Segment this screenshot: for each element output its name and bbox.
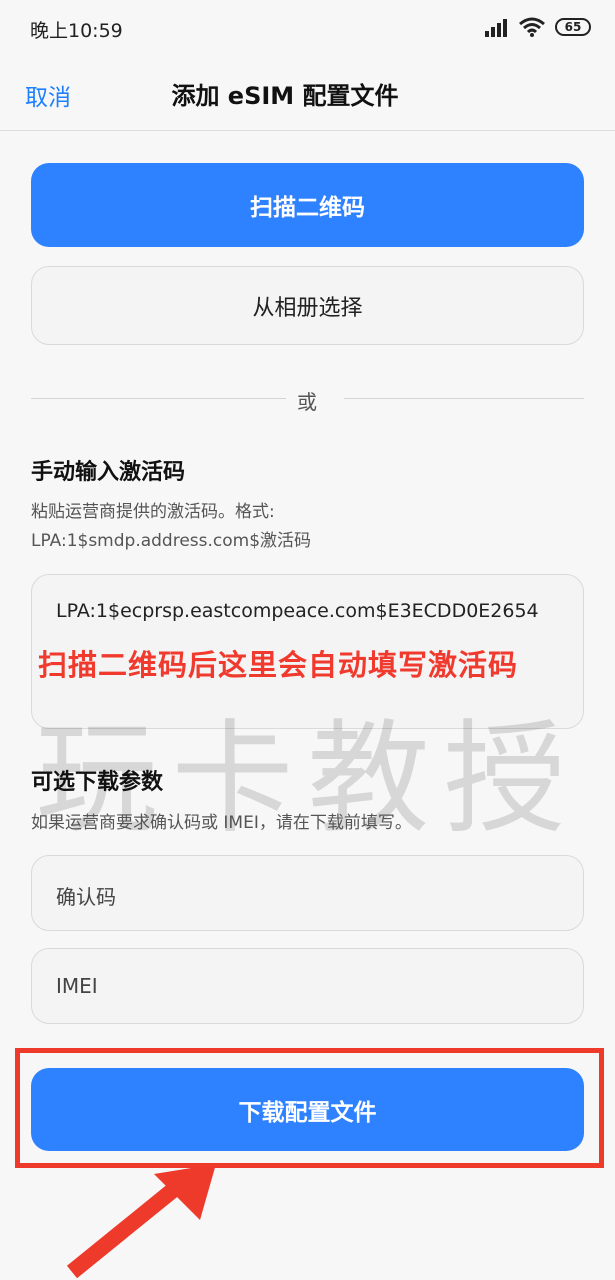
arrow-icon [66,1164,216,1278]
battery-icon: 65 [555,18,591,36]
imei-placeholder: IMEI [56,974,98,998]
imei-field[interactable]: IMEI [31,948,584,1024]
divider-left [31,398,286,399]
manual-entry-title: 手动输入激活码 [31,460,186,485]
wifi-icon [519,17,545,37]
manual-entry-description: 粘贴运营商提供的激活码。格式: LPA:1$smdp.address.com$激… [31,502,312,551]
choose-from-album-button[interactable]: 从相册选择 [31,266,584,345]
optional-params-title: 可选下载参数 [31,770,164,795]
status-icons: 65 [483,14,591,40]
highlight-box [15,1048,604,1168]
battery-level: 65 [564,20,582,34]
scan-qr-label: 扫描二维码 [250,195,365,221]
confirmation-code-field[interactable]: 确认码 [31,855,584,931]
scan-qr-button[interactable]: 扫描二维码 [31,163,584,247]
signal-icon [485,19,507,37]
status-time: 晚上10:59 [30,20,123,42]
activation-code-value: LPA:1$ecprsp.eastcompeace.com$E3ECDD0E26… [56,600,539,622]
page-title: 添加 eSIM 配置文件 [171,82,399,110]
status-bar: 晚上10:59 65 [0,0,615,56]
nav-bar: 取消 添加 eSIM 配置文件 [0,56,615,131]
confirmation-code-placeholder: 确认码 [56,885,116,909]
divider-right [344,398,584,399]
choose-from-album-label: 从相册选择 [252,295,363,321]
divider-or: 或 [297,390,317,414]
annotation-text: 扫描二维码后这里会自动填写激活码 [38,648,519,682]
optional-params-description: 如果运营商要求确认码或 IMEI，请在下载前填写。 [31,813,412,833]
